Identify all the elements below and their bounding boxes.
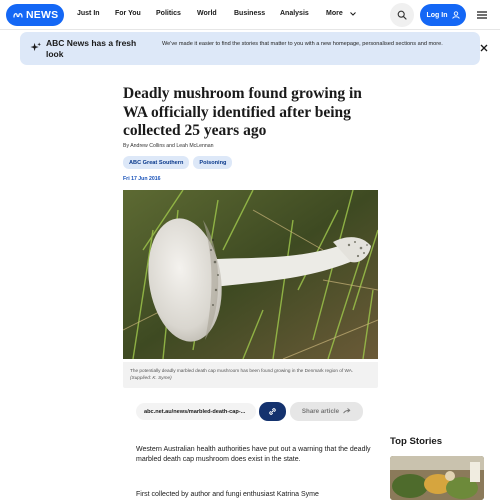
abc-logo-icon xyxy=(13,13,23,18)
mushroom-photo xyxy=(123,190,378,359)
nav-just-in[interactable]: Just In xyxy=(77,10,100,17)
chevron-down-icon[interactable] xyxy=(350,12,356,16)
user-icon xyxy=(451,11,460,19)
logo-text: NEWS xyxy=(26,9,59,21)
tag-poisoning[interactable]: Poisoning xyxy=(193,156,233,169)
link-icon xyxy=(269,408,276,415)
share-article-button[interactable]: Share article xyxy=(290,402,363,421)
nav-business[interactable]: Business xyxy=(234,10,265,17)
article-paragraph: First collected by author and fungi enth… xyxy=(136,491,319,498)
publish-date: Fri 17 Jun 2016 xyxy=(123,176,161,182)
share-icon xyxy=(343,407,351,413)
copy-link-button[interactable] xyxy=(259,402,286,421)
top-stories-heading: Top Stories xyxy=(390,436,443,447)
banner-title: ABC News has a fresh look xyxy=(46,38,137,59)
top-story-thumbnail[interactable] xyxy=(390,456,484,500)
photo-caption-box: The potentially deadly marbled death cap… xyxy=(123,362,378,388)
topic-tags: ABC Great Southern Poisoning xyxy=(123,156,233,169)
search-button[interactable] xyxy=(390,3,414,27)
share-article-label: Share article xyxy=(301,408,340,415)
nav-world[interactable]: World xyxy=(197,10,217,17)
article-paragraph: Western Australian health authorities ha… xyxy=(136,446,371,464)
nav-politics[interactable]: Politics xyxy=(156,10,181,17)
nav-for-you[interactable]: For You xyxy=(115,10,141,17)
log-in-button[interactable]: Log In xyxy=(420,4,466,26)
photo-caption: The potentially deadly marbled death cap… xyxy=(130,367,375,382)
log-in-label: Log In xyxy=(426,11,448,19)
article-headline: Deadly mushroom found growing in WA offi… xyxy=(123,85,362,139)
menu-icon[interactable] xyxy=(476,9,488,21)
nav-analysis[interactable]: Analysis xyxy=(280,10,309,17)
nav-more[interactable]: More xyxy=(326,10,343,17)
fresh-look-banner: ABC News has a fresh look We've made it … xyxy=(20,32,488,65)
site-header: NEWS Just In For You Politics World Busi… xyxy=(0,0,500,30)
close-icon[interactable] xyxy=(480,44,488,52)
abc-news-logo[interactable]: NEWS xyxy=(6,4,64,26)
byline: By Andrew Collins and Leah McLennan xyxy=(123,143,214,149)
sparkle-icon xyxy=(30,42,41,52)
banner-message: We've made it easier to find the stories… xyxy=(162,41,443,47)
caption-text: The potentially deadly marbled death cap… xyxy=(130,368,354,373)
tag-abc-great-southern[interactable]: ABC Great Southern xyxy=(123,156,190,169)
share-url[interactable]: abc.net.au/news/marbled-death-cap-... xyxy=(136,403,256,420)
search-icon xyxy=(397,10,407,20)
caption-credit: (Supplied: K. Syme) xyxy=(130,375,172,381)
